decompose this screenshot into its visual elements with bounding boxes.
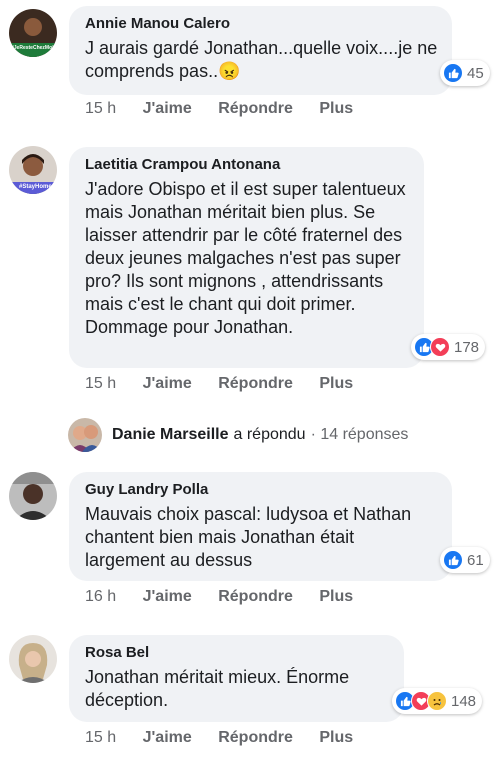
like-button[interactable]: J'aime — [143, 375, 192, 392]
like-button[interactable]: J'aime — [143, 100, 192, 117]
reply-button[interactable]: Répondre — [218, 729, 293, 746]
comment-actions: 15 h J'aime Répondre Plus — [85, 375, 375, 393]
reply-verb: a répondu — [233, 426, 306, 443]
more-button[interactable]: Plus — [319, 729, 353, 746]
like-reaction-icon — [443, 63, 463, 83]
comment-author[interactable]: Annie Manou Calero — [85, 15, 438, 32]
comment-actions: 15 h J'aime Répondre Plus — [85, 729, 375, 747]
avatar-badge-text: #JeResteChezMoi — [11, 45, 54, 51]
reaction-summary[interactable]: 178 — [411, 334, 486, 360]
comment-text: J aurais gardé Jonathan...quelle voix...… — [85, 38, 438, 81]
like-button[interactable]: J'aime — [143, 588, 192, 605]
comment-author[interactable]: Guy Landry Polla — [85, 481, 438, 498]
comment-bubble: Annie Manou Calero J aurais gardé Jonath… — [69, 6, 452, 95]
comment-time[interactable]: 15 h — [85, 100, 116, 117]
reply-button[interactable]: Répondre — [218, 588, 293, 605]
comment-text: Jonathan méritait mieux. Énorme déceptio… — [85, 667, 350, 710]
more-button[interactable]: Plus — [319, 375, 353, 392]
reaction-count: 45 — [467, 64, 484, 82]
sad-reaction-icon — [427, 691, 447, 711]
comment-actions: 16 h J'aime Répondre Plus — [85, 588, 375, 606]
reaction-summary[interactable]: 148 — [392, 688, 483, 714]
reply-button[interactable]: Répondre — [218, 100, 293, 117]
reaction-count: 148 — [451, 692, 477, 710]
more-button[interactable]: Plus — [319, 100, 353, 117]
comment-bubble: Rosa Bel Jonathan méritait mieux. Énorme… — [69, 635, 404, 722]
reaction-count: 178 — [454, 338, 480, 356]
comment-bubble: Guy Landry Polla Mauvais choix pascal: l… — [69, 472, 452, 581]
comment-time[interactable]: 15 h — [85, 375, 116, 392]
like-reaction-icon — [443, 550, 463, 570]
comment-author[interactable]: Laetitia Crampou Antonana — [85, 156, 410, 173]
reply-count: · 14 réponses — [310, 426, 409, 443]
comment-author[interactable]: Rosa Bel — [85, 644, 390, 661]
comment-time[interactable]: 16 h — [85, 588, 116, 605]
reaction-count: 61 — [467, 551, 484, 569]
comment-time[interactable]: 15 h — [85, 729, 116, 746]
comment-bubble: Laetitia Crampou Antonana J'adore Obispo… — [69, 147, 424, 368]
comment-text: J'adore Obispo et il est super talentueu… — [85, 179, 406, 337]
view-replies-link[interactable]: Danie Marseille a répondu · 14 réponses — [68, 418, 408, 452]
avatar[interactable]: #StayHome — [9, 146, 57, 194]
avatar-badge-text: #StayHome — [19, 184, 52, 190]
like-button[interactable]: J'aime — [143, 729, 192, 746]
comment-text: Mauvais choix pascal: ludysoa et Nathan … — [85, 504, 412, 570]
reply-author[interactable]: Danie Marseille — [112, 426, 229, 444]
avatar — [68, 418, 102, 452]
avatar[interactable]: #JeResteChezMoi — [9, 9, 57, 57]
avatar[interactable] — [9, 635, 57, 683]
comment-actions: 15 h J'aime Répondre Plus — [85, 100, 375, 118]
more-button[interactable]: Plus — [319, 588, 353, 605]
reaction-summary[interactable]: 45 — [440, 60, 490, 86]
love-reaction-icon — [430, 337, 450, 357]
reaction-summary[interactable]: 61 — [440, 547, 490, 573]
avatar[interactable] — [9, 472, 57, 520]
reply-button[interactable]: Répondre — [218, 375, 293, 392]
